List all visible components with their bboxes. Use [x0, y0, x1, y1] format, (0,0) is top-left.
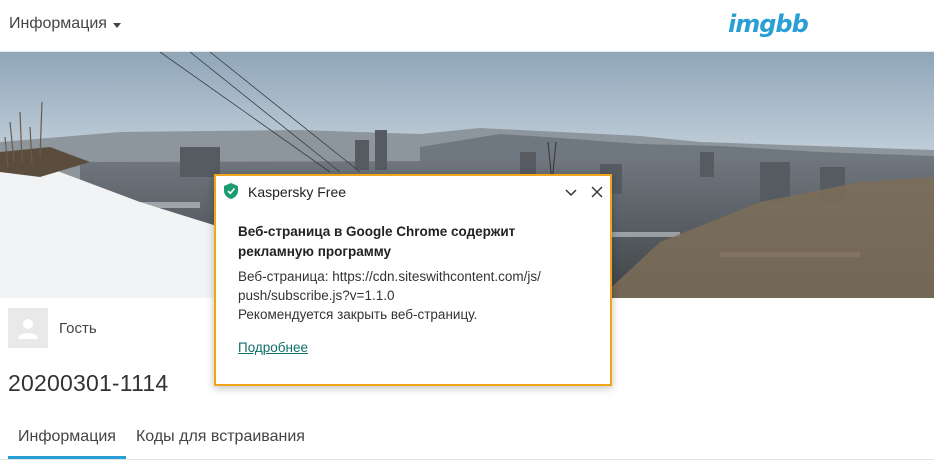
tab-bar: Информация Коды для встраивания: [8, 418, 315, 461]
top-bar: Информация imgbb: [0, 0, 934, 52]
popup-header: Kaspersky Free: [216, 176, 610, 208]
info-menu-label: Информация: [9, 15, 107, 32]
info-menu-button[interactable]: Информация: [9, 15, 121, 33]
popup-body-line-3: Рекомендуется закрыть веб-страницу.: [238, 307, 478, 322]
avatar[interactable]: [8, 308, 48, 348]
more-details-link[interactable]: Подробнее: [238, 340, 308, 355]
popup-body-line-2: push/subscribe.js?v=1.1.0: [238, 288, 395, 303]
popup-heading: Веб-страница в Google Chrome содержит ре…: [238, 224, 516, 259]
chevron-down-icon[interactable]: [563, 184, 579, 200]
close-icon[interactable]: [589, 184, 605, 200]
kaspersky-popup: Kaspersky Free Веб-страница в Google Chr…: [214, 174, 612, 386]
image-title: 20200301-1114: [8, 370, 169, 396]
kaspersky-shield-icon: [224, 183, 238, 199]
imgbb-logo[interactable]: imgbb: [728, 10, 809, 38]
tab-embed-codes[interactable]: Коды для встраивания: [126, 418, 315, 459]
popup-body-line-1: Веб-страница: https://cdn.siteswithconte…: [238, 269, 541, 284]
user-icon: [18, 319, 38, 339]
username-link[interactable]: Гость: [59, 320, 97, 337]
popup-body: Веб-страница: https://cdn.siteswithconte…: [238, 267, 588, 324]
caret-down-icon: [112, 22, 121, 28]
tab-info[interactable]: Информация: [8, 418, 126, 459]
popup-app-name: Kaspersky Free: [248, 184, 347, 200]
